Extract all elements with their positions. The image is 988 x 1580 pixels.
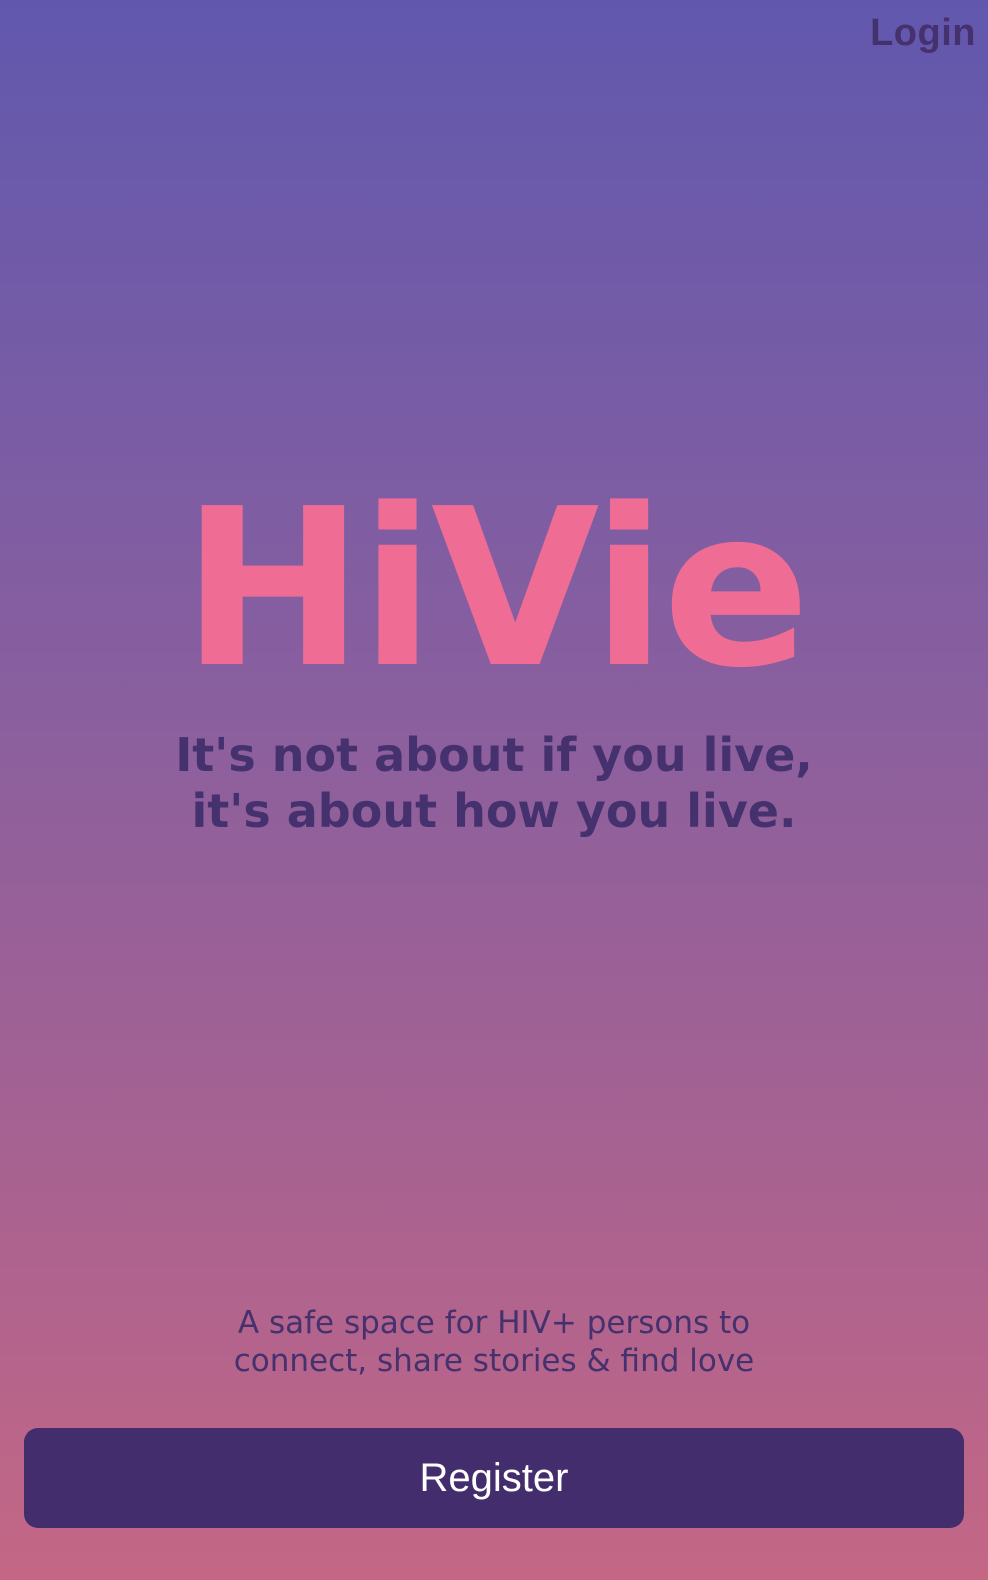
tagline: It's not about if you live, it's about h… <box>0 727 988 839</box>
register-button[interactable]: Register <box>24 1428 964 1528</box>
app-description: A safe space for HIV+ persons to connect… <box>0 1304 988 1380</box>
tagline-line-2: it's about how you live. <box>191 784 797 838</box>
tagline-line-1: It's not about if you live, <box>175 728 813 782</box>
description-line-1: A safe space for HIV+ persons to <box>237 1305 751 1341</box>
login-link[interactable]: Login <box>870 12 976 55</box>
description-line-2: connect, share stories & find love <box>233 1343 755 1379</box>
app-logo: HiVie <box>181 463 811 716</box>
